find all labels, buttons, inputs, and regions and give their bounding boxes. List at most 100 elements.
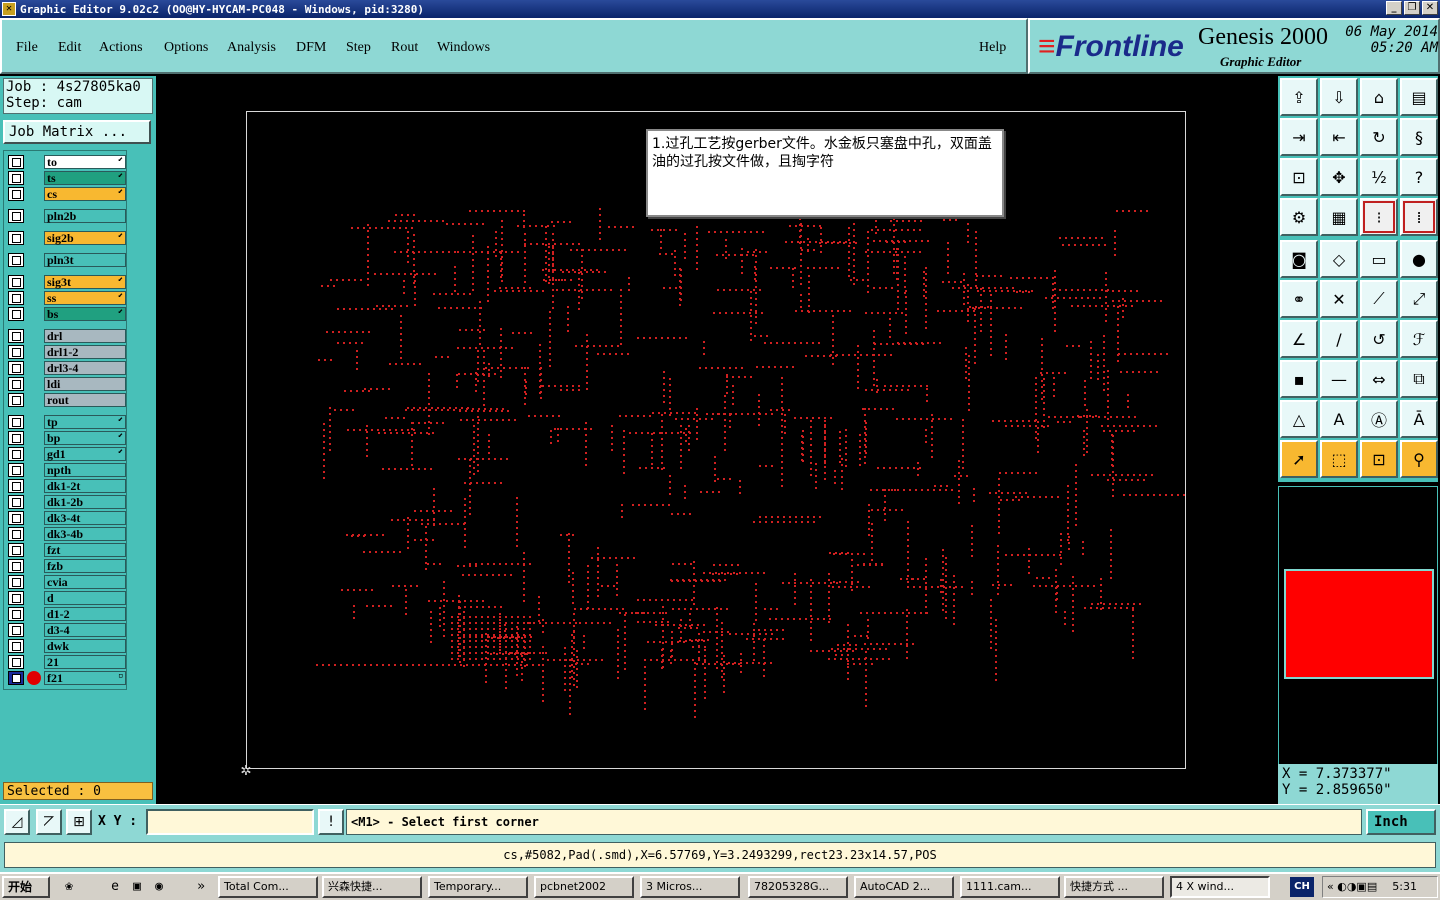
menu-options[interactable]: Options [164,40,208,56]
layer-row-drl1-2[interactable]: drl1-2 [8,345,126,359]
layer-row-gd1[interactable]: gd1 ⬋ [8,447,126,461]
layer-row-sig3t[interactable]: sig3t ⬋ [8,275,126,289]
select-icon[interactable]: ⬚ [1320,440,1358,478]
layer-affected-checkbox[interactable] [8,495,24,509]
menu-step[interactable]: Step [346,40,371,56]
layer-name[interactable]: dk1-2b [44,495,126,509]
overview-map[interactable] [1278,486,1438,766]
surface-tool-icon[interactable]: A [1320,400,1358,438]
split-line-icon[interactable]: — [1320,360,1358,398]
browser-icon[interactable]: ◉ [150,878,168,896]
open-step-icon[interactable]: ⇪ [1280,78,1318,116]
window-layout-icon[interactable]: ▤ [1400,78,1438,116]
xy-input[interactable] [146,809,314,835]
save-icon[interactable]: ⇩ [1320,78,1358,116]
redraw-icon[interactable]: § [1400,118,1438,156]
layer-affected-checkbox[interactable] [8,345,24,359]
graphic-canvas[interactable]: 1.过孔工艺按gerber文件。水金板只塞盘中孔，双面盖油的过孔按文件做，且掏字… [156,76,1276,804]
delete-feature-icon[interactable]: ✕ [1320,280,1358,318]
layer-name[interactable]: dk3-4b [44,527,126,541]
layer-row-drl3-4[interactable]: drl3-4 [8,361,126,375]
layer-affected-checkbox[interactable] [8,527,24,541]
arc-tool-icon[interactable]: ↺ [1360,320,1398,358]
layer-affected-checkbox[interactable] [8,655,24,669]
layer-name[interactable]: gd1 [44,447,126,461]
layer-row-rout[interactable]: rout [8,393,126,407]
close-button[interactable]: ✕ [1422,1,1438,15]
zoom-out-icon[interactable]: ⇤ [1320,118,1358,156]
pad-select-icon[interactable]: ● [1400,240,1438,278]
layer-row-bs[interactable]: bs ⬋ [8,307,126,321]
layer-affected-checkbox[interactable] [8,291,24,305]
add-line-icon[interactable]: ⟋ [1360,280,1398,318]
layer-name[interactable]: sig3t [44,275,126,289]
layer-row-dk1-2t[interactable]: dk1-2t [8,479,126,493]
taskbar-task[interactable]: Temporary... [428,876,528,898]
layer-name[interactable]: sig2b [44,231,126,245]
minimize-button[interactable]: _ [1386,1,1402,15]
taskbar-task[interactable]: Total Com... [218,876,318,898]
layer-name[interactable]: bs [44,307,126,321]
alert-icon[interactable]: ! [318,809,344,835]
layer-affected-checkbox[interactable] [8,187,24,201]
taskbar-task[interactable]: 4 X wind... [1170,876,1270,898]
features-filter-icon[interactable]: ⁞ [1400,198,1438,236]
select-window-icon[interactable]: ⊡ [1360,440,1398,478]
home-icon[interactable]: ⌂ [1360,78,1398,116]
pointer-icon[interactable]: ➚ [1280,440,1318,478]
layer-row-ts[interactable]: ts ⬋ [8,171,126,185]
layer-row-21[interactable]: 21 [8,655,126,669]
taskbar-task[interactable]: AutoCAD 2... [854,876,954,898]
layer-row-cvia[interactable]: cvia [8,575,126,589]
layer-row-dk3-4b[interactable]: dk3-4b [8,527,126,541]
layer-affected-checkbox[interactable] [8,575,24,589]
layer-row-sig2b[interactable]: sig2b ⬋ [8,231,126,245]
rotate-view-icon[interactable]: ↻ [1360,118,1398,156]
taskbar-task[interactable]: pcbnet2002 [534,876,634,898]
unit-selector[interactable]: Inch [1366,809,1436,835]
layer-name[interactable]: npth [44,463,126,477]
text-tool-icon[interactable]: ℱ [1400,320,1438,358]
layer-name[interactable]: drl1-2 [44,345,126,359]
folder-icon[interactable]: ▣ [128,878,146,896]
menu-dfm[interactable]: DFM [296,40,326,56]
layer-affected-checkbox[interactable] [8,559,24,573]
layer-name[interactable]: d3-4 [44,623,126,637]
layer-row-ldi[interactable]: ldi [8,377,126,391]
ruler-icon[interactable]: ▭ [1360,240,1398,278]
layer-row-npth[interactable]: npth [8,463,126,477]
maximize-button[interactable]: ❐ [1404,1,1420,15]
layer-name[interactable]: ldi [44,377,126,391]
layer-row-dk1-2b[interactable]: dk1-2b [8,495,126,509]
start-button[interactable]: 开始 [2,876,50,898]
scale-1-2-icon[interactable]: ½ [1360,158,1398,196]
layer-name[interactable]: f21 [44,671,126,685]
contour-tool-icon[interactable]: Ⓐ [1360,400,1398,438]
layer-affected-checkbox[interactable] [8,639,24,653]
layer-row-drl[interactable]: drl [8,329,126,343]
layer-row-pln2b[interactable]: pln2b [8,209,126,223]
taskbar-task[interactable]: 3 Micros... [640,876,740,898]
layer-row-d1-2[interactable]: d1-2 [8,607,126,621]
layer-row-d[interactable]: d [8,591,126,605]
layer-affected-checkbox[interactable] [8,329,24,343]
menu-actions[interactable]: Actions [99,40,143,56]
zoom-home-icon[interactable]: ⊡ [1280,158,1318,196]
layer-name[interactable]: fzt [44,543,126,557]
pad-tool-icon[interactable]: ▪ [1280,360,1318,398]
line-tool-icon[interactable]: / [1320,320,1358,358]
erase-icon[interactable]: ◇ [1320,240,1358,278]
layer-affected-checkbox[interactable] [8,171,24,185]
layer-affected-checkbox[interactable] [8,607,24,621]
layer-affected-checkbox[interactable] [8,393,24,407]
taskbar-task[interactable]: 快捷方式 ... [1064,876,1164,898]
layer-row-to[interactable]: to ⬋ [8,155,126,169]
layer-name[interactable]: dwk [44,639,126,653]
layer-name[interactable]: ts [44,171,126,185]
settings-icon[interactable]: ⚙ [1280,198,1318,236]
layer-affected-checkbox[interactable] [8,361,24,375]
zoom-in-icon[interactable]: ⇥ [1280,118,1318,156]
taskbar-task[interactable]: 78205328G... [748,876,848,898]
menu-analysis[interactable]: Analysis [227,40,276,56]
layer-name[interactable]: dk1-2t [44,479,126,493]
